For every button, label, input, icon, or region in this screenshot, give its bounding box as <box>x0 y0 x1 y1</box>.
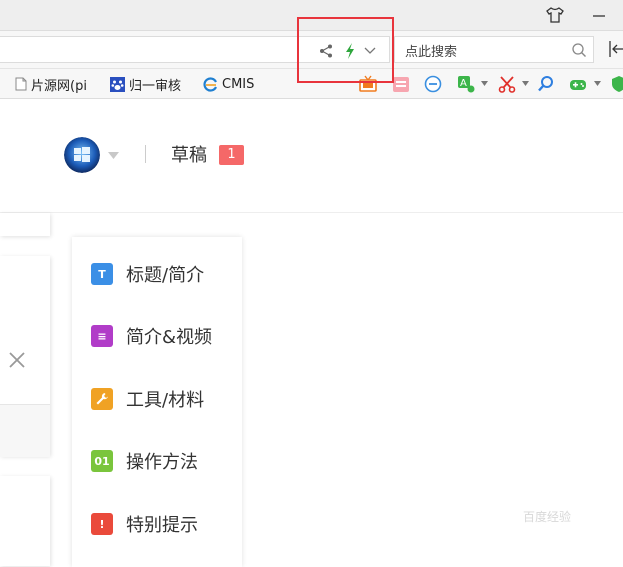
lightning-icon[interactable] <box>343 42 357 60</box>
calendar-icon[interactable] <box>392 75 410 93</box>
address-bar: 点此搜索 <box>0 30 623 68</box>
bookmark-label: 片源网(pi <box>31 78 87 94</box>
bookmark-item[interactable]: CMIS <box>203 75 254 93</box>
search-icon[interactable] <box>571 42 587 58</box>
translate-icon[interactable]: A <box>457 75 475 93</box>
close-icon[interactable] <box>8 351 26 369</box>
svg-text:A: A <box>460 78 467 89</box>
bookmark-label: 归一审核 <box>129 78 182 94</box>
search-input[interactable]: 点此搜索 <box>394 36 594 63</box>
alert-icon: ! <box>91 513 113 535</box>
caret-down-icon[interactable] <box>522 81 529 86</box>
outline-item-title[interactable]: T 标题/简介 <box>91 262 204 286</box>
minus-circle-icon[interactable] <box>424 75 442 93</box>
outline-item-label: 标题/简介 <box>126 265 205 286</box>
divider <box>145 145 146 163</box>
watermark: 百度经验 <box>523 510 572 524</box>
share-icon[interactable] <box>318 43 334 59</box>
wrench-icon <box>91 388 113 410</box>
content-card <box>0 476 50 566</box>
windows-logo-icon <box>64 137 100 173</box>
document-icon: ≡ <box>91 325 113 347</box>
draft-label[interactable]: 草稿 <box>171 141 207 167</box>
caret-down-icon[interactable] <box>108 152 119 159</box>
magnifier-icon[interactable] <box>537 75 555 93</box>
scissors-icon[interactable] <box>498 75 516 93</box>
page-icon <box>15 77 27 91</box>
outline-item-tools[interactable]: 工具/材料 <box>91 387 204 411</box>
outline-panel: T 标题/简介 ≡ 简介&视频 工具/材料 01 操作方法 ! 特别提示 <box>72 237 242 567</box>
title-bar <box>0 0 623 30</box>
caret-down-icon[interactable] <box>481 81 488 86</box>
tv-icon[interactable] <box>359 75 377 93</box>
title-icon: T <box>91 263 113 285</box>
minimize-icon[interactable] <box>589 6 609 24</box>
outline-item-label: 工具/材料 <box>126 390 205 411</box>
chevron-down-icon[interactable] <box>363 44 377 58</box>
bookmark-item[interactable]: 片源网(pi <box>15 75 87 94</box>
outline-item-label: 操作方法 <box>126 452 198 473</box>
bookmark-item[interactable]: 归一审核 <box>110 75 182 94</box>
page-header: 草稿 1 <box>0 99 623 213</box>
card-footer <box>0 404 50 457</box>
caret-down-icon[interactable] <box>594 81 601 86</box>
bookmarks-bar: 片源网(pi 归一审核 CMIS A <box>0 68 623 99</box>
search-placeholder: 点此搜索 <box>405 45 458 60</box>
outline-item-steps[interactable]: 01 操作方法 <box>91 449 198 473</box>
browser-logo-icon <box>203 76 217 92</box>
draft-count-badge: 1 <box>219 145 244 165</box>
outline-item-video[interactable]: ≡ 简介&视频 <box>91 324 212 348</box>
outline-item-label: 简介&视频 <box>126 327 213 348</box>
outline-item-tips[interactable]: ! 特别提示 <box>91 512 198 536</box>
content-card <box>0 213 50 236</box>
avatar[interactable] <box>64 137 100 173</box>
outline-item-label: 特别提示 <box>126 515 198 536</box>
skin-icon[interactable] <box>545 6 565 24</box>
step-number-icon: 01 <box>91 450 113 472</box>
shield-icon[interactable] <box>610 75 623 93</box>
paw-icon <box>110 76 125 92</box>
bookmark-label: CMIS <box>222 76 255 92</box>
gamepad-icon[interactable] <box>569 75 587 93</box>
back-arrow-icon[interactable] <box>608 40 623 58</box>
